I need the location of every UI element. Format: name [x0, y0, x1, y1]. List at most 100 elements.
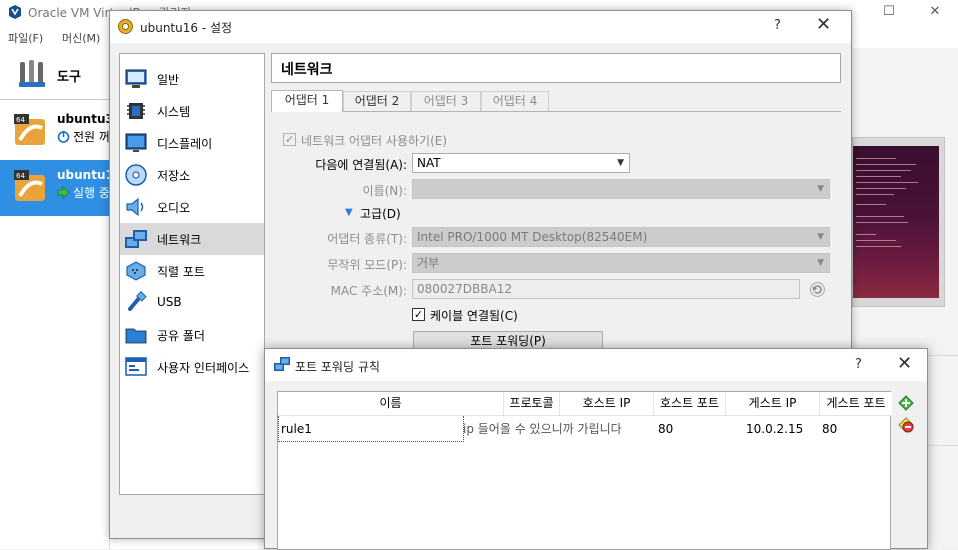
category-label: 저장소 — [157, 169, 191, 183]
menu-file[interactable]: 파일(F) — [8, 30, 43, 46]
tab-adapter-1[interactable]: 어댑터 1 — [271, 90, 343, 112]
column-header-guest-ip[interactable]: 게스트 IP — [726, 392, 820, 416]
adapter-tab-pane: ✓ 네트워크 어댑터 사용하기(E) 다음에 연결됨(A): NAT ▼ 이름(… — [271, 111, 841, 371]
category-label: 직렬 포트 — [157, 265, 205, 279]
guest-port-cell[interactable]: 80 — [822, 416, 888, 442]
port-forwarding-table: 이름 프로토콜 호스트 IP 호스트 포트 게스트 IP 게스트 포트 rule… — [277, 391, 892, 550]
category-label: USB — [157, 295, 182, 309]
mac-address-value: 080027DBBA12 — [417, 282, 512, 296]
guest-ip-cell[interactable]: 10.0.2.15 — [746, 416, 820, 442]
column-header-host-ip[interactable]: 호스트 IP — [560, 392, 654, 416]
port-forwarding-titlebar: 포트 포워딩 규칙 ? ✕ — [265, 349, 927, 381]
os-badge: 64 — [16, 116, 25, 124]
ubuntu-vm-icon: 64 — [14, 170, 45, 201]
attached-to-select[interactable]: NAT ▼ — [412, 153, 630, 173]
rule-name-cell[interactable]: rule1 — [278, 416, 464, 442]
category-label: 디스플레이 — [157, 137, 213, 151]
cable-connected-label: 케이블 연결됨(C) — [430, 309, 518, 323]
tab-adapter-2[interactable]: 어댑터 2 — [343, 91, 411, 111]
os-badge: 64 — [16, 172, 25, 180]
help-button[interactable]: ? — [855, 357, 862, 372]
category-shared-folders[interactable]: 공유 폴더 — [120, 319, 264, 351]
settings-category-list: 일반 시스템 디스플레이 저장소 오디오 네트워크 직렬 포트 USB 공유 폴… — [119, 53, 265, 495]
mac-address-field[interactable]: 080027DBBA12 — [412, 279, 800, 299]
menu-machine[interactable]: 머신(M) — [62, 30, 100, 46]
power-off-icon — [57, 131, 70, 143]
adapter-type-label: 어댑터 종류(T): — [327, 232, 407, 246]
vm-preview — [852, 137, 945, 307]
promiscuous-mode-select[interactable]: 거부 ▼ — [412, 253, 830, 273]
chevron-down-icon: ▼ — [617, 158, 624, 168]
vm-list-panel: 도구 64 ubuntu3 전원 꺼짐 64 ubuntu16 실행 중 — [0, 48, 122, 549]
vm-item-ubuntu3[interactable]: 64 ubuntu3 전원 꺼짐 — [0, 104, 121, 160]
close-button[interactable]: ✕ — [897, 353, 912, 374]
virtualbox-logo-icon — [9, 5, 21, 19]
category-audio[interactable]: 오디오 — [120, 191, 264, 223]
settings-titlebar: ubuntu16 - 설정 ? ✕ — [110, 11, 851, 43]
serial-port-icon — [126, 261, 146, 281]
name-select[interactable]: ▼ — [412, 179, 830, 199]
maximize-button[interactable]: ☐ — [866, 0, 912, 24]
enable-adapter-checkbox[interactable]: ✓ — [283, 133, 296, 146]
name-label: 이름(N): — [362, 184, 407, 198]
category-network[interactable]: 네트워크 — [120, 223, 264, 255]
category-label: 오디오 — [157, 201, 191, 215]
category-user-interface[interactable]: 사용자 인터페이스 — [120, 351, 264, 383]
column-header-guest-port[interactable]: 게스트 포트 — [820, 392, 892, 416]
host-port-cell[interactable]: 80 — [658, 416, 726, 442]
tab-adapter-3[interactable]: 어댑터 3 — [411, 91, 481, 111]
page-title: 네트워크 — [281, 62, 333, 78]
tools-label: 도구 — [57, 70, 81, 85]
attached-to-label: 다음에 연결됨(A): — [315, 158, 407, 172]
vm-item-ubuntu16[interactable]: 64 ubuntu16 실행 중 — [0, 160, 122, 216]
category-serial-ports[interactable]: 직렬 포트 — [120, 255, 264, 287]
page-title-box: 네트워크 — [271, 53, 841, 83]
help-button[interactable]: ? — [774, 18, 781, 33]
port-forwarding-dialog: 포트 포워딩 규칙 ? ✕ 이름 프로토콜 호스트 IP 호스트 포트 게스트 … — [264, 348, 928, 550]
usb-icon — [128, 291, 147, 311]
vm-preview-screen — [853, 146, 939, 298]
enable-adapter-label: 네트워크 어댑터 사용하기(E) — [301, 134, 448, 148]
close-button[interactable]: ✕ — [912, 0, 958, 24]
category-label: 사용자 인터페이스 — [157, 361, 250, 375]
close-button[interactable]: ✕ — [816, 14, 831, 35]
attached-to-value: NAT — [417, 156, 441, 170]
chevron-down-icon: ▼ — [817, 232, 824, 242]
chip-icon — [127, 103, 145, 119]
tab-adapter-4[interactable]: 어댑터 4 — [481, 91, 549, 111]
refresh-icon[interactable] — [809, 281, 826, 298]
column-header-protocol[interactable]: 프로토콜 — [504, 392, 560, 416]
category-system[interactable]: 시스템 — [120, 95, 264, 127]
chevron-down-icon: ▼ — [817, 258, 824, 268]
advanced-toggle[interactable]: 고급(D) — [360, 205, 401, 222]
network-icon — [125, 230, 147, 248]
remove-rule-icon[interactable] — [897, 416, 915, 434]
mac-address-label: MAC 주소(M): — [330, 284, 407, 298]
tools-icon — [19, 60, 45, 87]
adapter-type-select[interactable]: Intel PRO/1000 MT Desktop(82540EM) ▼ — [412, 227, 830, 247]
monitor-icon — [125, 69, 147, 88]
category-usb[interactable]: USB — [120, 287, 264, 319]
tools-item[interactable]: 도구 — [0, 48, 110, 100]
category-label: 공유 폴더 — [157, 329, 205, 343]
chevron-down-icon: ▼ — [817, 184, 824, 194]
vm-state: 실행 중 — [57, 184, 110, 201]
vm-state-label: 실행 중 — [73, 186, 110, 200]
running-arrow-icon — [57, 186, 70, 199]
settings-title: ubuntu16 - 설정 — [140, 21, 233, 35]
column-header-host-port[interactable]: 호스트 포트 — [654, 392, 726, 416]
category-storage[interactable]: 저장소 — [120, 159, 264, 191]
add-rule-icon[interactable] — [897, 394, 915, 412]
promiscuous-mode-label: 무작위 모드(P): — [327, 258, 407, 272]
category-general[interactable]: 일반 — [120, 63, 264, 95]
cable-connected-checkbox[interactable]: ✓ — [412, 308, 425, 321]
category-label: 일반 — [157, 73, 180, 87]
column-header-name[interactable]: 이름 — [278, 392, 504, 416]
gear-icon — [118, 19, 133, 34]
expand-triangle-icon[interactable]: ▼ — [345, 207, 353, 218]
ubuntu-vm-icon: 64 — [14, 114, 45, 145]
vm-name: ubuntu3 — [57, 112, 114, 126]
category-label: 네트워크 — [157, 233, 202, 247]
category-display[interactable]: 디스플레이 — [120, 127, 264, 159]
network-icon — [274, 357, 290, 371]
